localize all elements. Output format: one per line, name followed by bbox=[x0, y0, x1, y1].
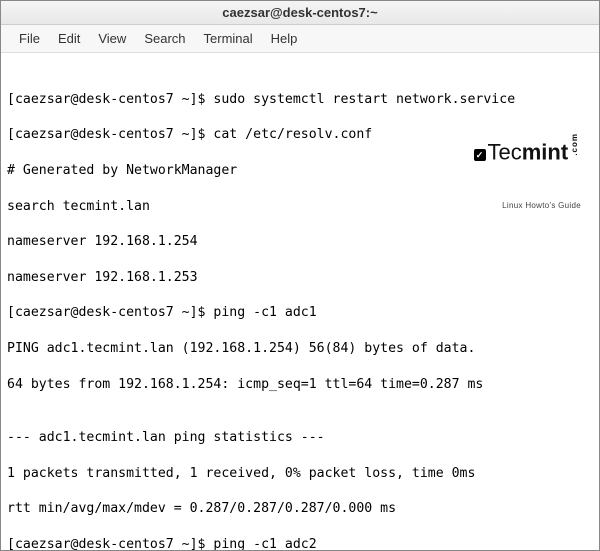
terminal-line: [caezsar@desk-centos7 ~]$ ping -c1 adc2 bbox=[7, 536, 593, 550]
brand-suffix: mint bbox=[522, 139, 568, 164]
menu-terminal[interactable]: Terminal bbox=[196, 29, 261, 48]
terminal-line: --- adc1.tecmint.lan ping statistics --- bbox=[7, 429, 593, 447]
brand-dotcom: .com bbox=[570, 133, 581, 156]
terminal-line: PING adc1.tecmint.lan (192.168.1.254) 56… bbox=[7, 340, 593, 358]
watermark-tagline: Linux Howto's Guide bbox=[474, 201, 582, 212]
terminal-line: 1 packets transmitted, 1 received, 0% pa… bbox=[7, 465, 593, 483]
terminal-output[interactable]: ✓Tecmint.com Linux Howto's Guide [caezsa… bbox=[1, 53, 599, 550]
terminal-line: [caezsar@desk-centos7 ~]$ ping -c1 adc1 bbox=[7, 304, 593, 322]
terminal-line: 64 bytes from 192.168.1.254: icmp_seq=1 … bbox=[7, 376, 593, 394]
window-title: caezsar@desk-centos7:~ bbox=[1, 1, 599, 25]
menu-search[interactable]: Search bbox=[136, 29, 193, 48]
menu-file[interactable]: File bbox=[11, 29, 48, 48]
terminal-line: nameserver 192.168.1.253 bbox=[7, 269, 593, 287]
menubar: File Edit View Search Terminal Help bbox=[1, 25, 599, 53]
tecmint-watermark: ✓Tecmint.com Linux Howto's Guide bbox=[474, 97, 582, 247]
menu-view[interactable]: View bbox=[90, 29, 134, 48]
watermark-logo: ✓Tecmint.com bbox=[474, 133, 582, 167]
terminal-line: rtt min/avg/max/mdev = 0.287/0.287/0.287… bbox=[7, 500, 593, 518]
brand-prefix: Tec bbox=[488, 139, 522, 164]
menu-edit[interactable]: Edit bbox=[50, 29, 88, 48]
menu-help[interactable]: Help bbox=[263, 29, 306, 48]
terminal-window: caezsar@desk-centos7:~ File Edit View Se… bbox=[0, 0, 600, 551]
